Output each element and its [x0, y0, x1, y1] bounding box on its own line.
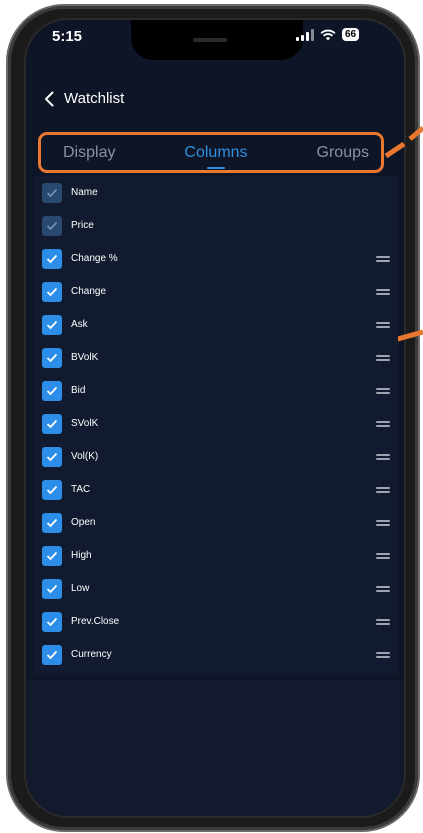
column-list: Name Price Change % Change Ask BVolK Bid… — [34, 176, 398, 675]
column-label: Open — [71, 517, 96, 528]
tab-display[interactable]: Display — [63, 144, 115, 162]
column-checkbox-low[interactable] — [42, 578, 62, 599]
column-label: Ask — [71, 319, 88, 330]
column-label: Currency — [71, 649, 112, 660]
settings-tabs: Display Columns Groups — [38, 132, 384, 173]
column-checkbox-prev-close[interactable] — [42, 611, 62, 632]
page-title: Watchlist — [64, 90, 125, 107]
column-label: SVolK — [71, 418, 99, 429]
column-label: Price — [71, 220, 94, 231]
checkmark-icon — [46, 320, 58, 329]
checkmark-icon — [46, 353, 58, 362]
drag-handle-icon[interactable] — [376, 617, 390, 627]
list-item: Currency — [34, 638, 398, 671]
wifi-icon — [320, 29, 336, 40]
speaker — [193, 38, 227, 42]
column-checkbox-high[interactable] — [42, 545, 62, 566]
drag-handle-icon[interactable] — [376, 584, 390, 594]
column-label: TAC — [71, 484, 91, 495]
list-item: Low — [34, 572, 398, 605]
column-label: Name — [71, 187, 98, 198]
checkmark-icon — [46, 188, 58, 197]
column-label: Vol(K) — [71, 451, 99, 462]
list-item: Prev.Close — [34, 605, 398, 638]
checkmark-icon — [46, 650, 58, 659]
status-icons: 66 — [296, 28, 360, 41]
column-checkbox-tac[interactable] — [42, 479, 62, 500]
checkmark-icon — [46, 551, 58, 560]
drag-handle-icon[interactable] — [376, 353, 390, 363]
column-label: High — [71, 550, 92, 561]
column-checkbox-bvolk[interactable] — [42, 347, 62, 368]
column-checkbox-ask[interactable] — [42, 314, 62, 335]
list-item: Ask — [34, 308, 398, 341]
drag-handle-icon[interactable] — [376, 287, 390, 297]
column-checkbox-currency[interactable] — [42, 644, 62, 665]
checkmark-icon — [46, 287, 58, 296]
chevron-left-icon — [45, 91, 54, 106]
column-label: Change % — [71, 253, 118, 264]
column-checkbox-svolk[interactable] — [42, 413, 62, 434]
list-item: BVolK — [34, 341, 398, 374]
drag-handle-icon[interactable] — [376, 254, 390, 264]
drag-handle-icon[interactable] — [376, 485, 390, 495]
empty-area — [26, 680, 404, 816]
checkmark-icon — [46, 452, 58, 461]
column-label: Bid — [71, 385, 86, 396]
column-checkbox-change[interactable] — [42, 281, 62, 302]
back-button[interactable]: Watchlist — [44, 90, 124, 107]
checkmark-icon — [46, 584, 58, 593]
drag-handle-icon[interactable] — [376, 452, 390, 462]
column-label: BVolK — [71, 352, 99, 363]
status-time: 5:15 — [52, 28, 83, 45]
checkmark-icon — [46, 617, 58, 626]
checkmark-icon — [46, 386, 58, 395]
drag-handle-icon[interactable] — [376, 551, 390, 561]
checkmark-icon — [46, 254, 58, 263]
checkmark-icon — [46, 485, 58, 494]
list-item: Bid — [34, 374, 398, 407]
column-checkbox-price[interactable] — [42, 215, 62, 236]
notch — [131, 20, 303, 60]
list-item: Change % — [34, 242, 398, 275]
list-item: Price — [34, 209, 398, 242]
tab-columns[interactable]: Columns — [184, 144, 247, 162]
column-checkbox-volk[interactable] — [42, 446, 62, 467]
list-item: Change — [34, 275, 398, 308]
column-checkbox-open[interactable] — [42, 512, 62, 533]
drag-handle-icon[interactable] — [376, 419, 390, 429]
signal-icon — [296, 28, 314, 41]
column-checkbox-change-percent[interactable] — [42, 248, 62, 269]
tab-groups[interactable]: Groups — [317, 144, 369, 162]
drag-handle-icon[interactable] — [376, 320, 390, 330]
battery-icon: 66 — [342, 28, 360, 41]
column-checkbox-bid[interactable] — [42, 380, 62, 401]
list-item: Vol(K) — [34, 440, 398, 473]
checkmark-icon — [46, 221, 58, 230]
list-item: Open — [34, 506, 398, 539]
column-label: Change — [71, 286, 107, 297]
column-checkbox-name[interactable] — [42, 182, 62, 203]
list-item: SVolK — [34, 407, 398, 440]
annotation-arrow-top — [384, 126, 423, 159]
list-item: High — [34, 539, 398, 572]
drag-handle-icon[interactable] — [376, 386, 390, 396]
list-item: Name — [34, 176, 398, 209]
checkmark-icon — [46, 419, 58, 428]
column-label: Low — [71, 583, 90, 594]
column-label: Prev.Close — [71, 616, 120, 627]
checkmark-icon — [46, 518, 58, 527]
drag-handle-icon[interactable] — [376, 650, 390, 660]
list-item: TAC — [34, 473, 398, 506]
drag-handle-icon[interactable] — [376, 518, 390, 528]
